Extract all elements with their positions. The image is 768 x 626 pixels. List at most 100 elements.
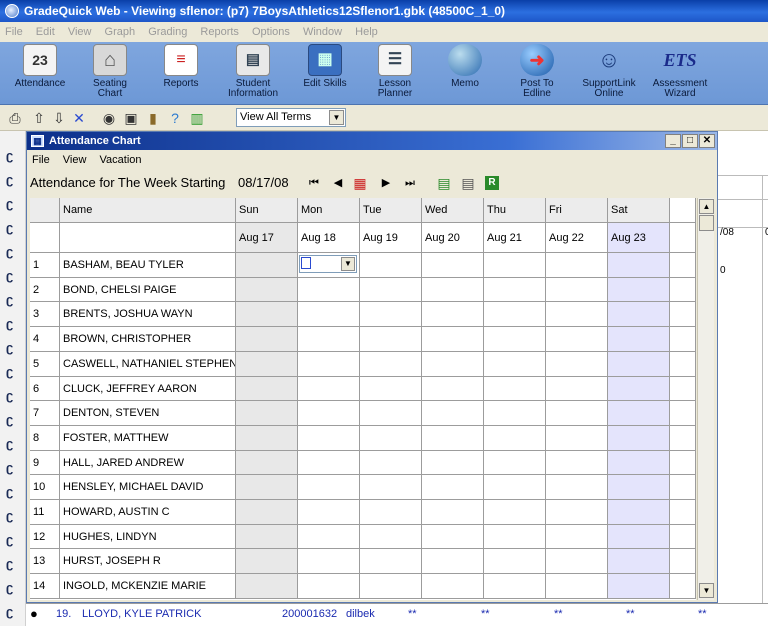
- move-down-icon[interactable]: ⇩: [50, 109, 68, 127]
- attendance-cell-fri[interactable]: [546, 475, 608, 500]
- attendance-cell-tue[interactable]: [360, 352, 422, 377]
- student-name[interactable]: HOWARD, AUSTIN C: [60, 500, 236, 525]
- attendance-cell-thu[interactable]: [484, 352, 546, 377]
- attendance-cell-fri[interactable]: [546, 377, 608, 401]
- attendance-menu-vacation[interactable]: Vacation: [95, 150, 147, 170]
- menu-grading[interactable]: Grading: [143, 22, 192, 42]
- attendance-cell-fri[interactable]: [546, 500, 608, 525]
- attendance-cell-sat[interactable]: [608, 302, 670, 327]
- menu-options[interactable]: Options: [247, 22, 295, 42]
- attendance-cell-sat[interactable]: [608, 500, 670, 525]
- attendance-cell-tue[interactable]: [360, 525, 422, 549]
- attendance-cell-wed[interactable]: [422, 549, 484, 574]
- attendance-cell-wed[interactable]: [422, 426, 484, 451]
- header-day-sun[interactable]: Sun: [236, 198, 298, 223]
- attendance-cell-wed[interactable]: [422, 327, 484, 352]
- attendance-cell-wed[interactable]: [422, 253, 484, 278]
- attendance-cell-tue[interactable]: [360, 549, 422, 574]
- attendance-cell-sat[interactable]: [608, 426, 670, 451]
- attendance-cell-mon[interactable]: [298, 401, 360, 426]
- edit-skills-button[interactable]: ▦ Edit Skills: [294, 44, 356, 102]
- sheet-icon[interactable]: ▤: [437, 176, 451, 190]
- sheet-grey-icon[interactable]: ▤: [461, 176, 475, 190]
- attendance-cell-tue[interactable]: [360, 426, 422, 451]
- attendance-cell-sat[interactable]: [608, 451, 670, 475]
- close-icon[interactable]: ✕: [699, 134, 715, 148]
- attendance-cell-fri[interactable]: [546, 401, 608, 426]
- attendance-cell-thu[interactable]: [484, 525, 546, 549]
- bar-chart-icon[interactable]: ▥: [188, 109, 206, 127]
- menu-file[interactable]: File: [0, 22, 28, 42]
- attendance-cell-wed[interactable]: [422, 451, 484, 475]
- attendance-cell-tue[interactable]: [360, 451, 422, 475]
- attendance-cell-sun[interactable]: [236, 574, 298, 599]
- attendance-cell-tue[interactable]: [360, 253, 422, 278]
- attendance-cell-sun[interactable]: [236, 377, 298, 401]
- attendance-cell-sat[interactable]: [608, 574, 670, 599]
- attendance-cell-tue[interactable]: [360, 377, 422, 401]
- attendance-cell-wed[interactable]: [422, 278, 484, 302]
- attendance-cell-wed[interactable]: [422, 401, 484, 426]
- minimize-icon[interactable]: _: [665, 134, 681, 148]
- attendance-cell-sun[interactable]: [236, 278, 298, 302]
- menu-edit[interactable]: Edit: [31, 22, 60, 42]
- move-up-icon[interactable]: ⇧: [30, 109, 48, 127]
- attendance-cell-tue[interactable]: [360, 327, 422, 352]
- calendar-today-icon[interactable]: ▦: [353, 176, 367, 190]
- attendance-cell-mon[interactable]: [298, 475, 360, 500]
- menu-graph[interactable]: Graph: [100, 22, 141, 42]
- attendance-cell-sun[interactable]: [236, 549, 298, 574]
- header-day-fri[interactable]: Fri: [546, 198, 608, 223]
- attendance-cell-sat[interactable]: [608, 525, 670, 549]
- attendance-cell-mon[interactable]: [298, 278, 360, 302]
- student-name[interactable]: BRENTS, JOSHUA WAYN: [60, 302, 236, 327]
- attendance-cell-mon[interactable]: [298, 500, 360, 525]
- attendance-cell-sun[interactable]: [236, 525, 298, 549]
- attendance-cell-fri[interactable]: [546, 574, 608, 599]
- header-day-wed[interactable]: Wed: [422, 198, 484, 223]
- attendance-cell-fri[interactable]: [546, 426, 608, 451]
- student-name[interactable]: HALL, JARED ANDREW: [60, 451, 236, 475]
- attendance-cell-sat[interactable]: [608, 401, 670, 426]
- attendance-cell-thu[interactable]: [484, 451, 546, 475]
- attendance-cell-sun[interactable]: [236, 475, 298, 500]
- student-name[interactable]: CLUCK, JEFFREY AARON: [60, 377, 236, 401]
- gradebook-row[interactable]: ● 19. LLOYD, KYLE PATRICK 200001632 dilb…: [26, 603, 768, 626]
- attendance-cell-mon[interactable]: [298, 451, 360, 475]
- help-icon[interactable]: ?: [166, 109, 184, 127]
- attendance-cell-thu[interactable]: [484, 302, 546, 327]
- attendance-cell-mon[interactable]: [298, 525, 360, 549]
- shuffle-icon[interactable]: ✕: [70, 109, 88, 127]
- scroll-thumb[interactable]: [699, 215, 714, 231]
- menu-help[interactable]: Help: [350, 22, 383, 42]
- attendance-cell-mon[interactable]: [298, 377, 360, 401]
- memo-button[interactable]: Memo: [436, 44, 494, 102]
- attendance-cell-tue[interactable]: [360, 302, 422, 327]
- attendance-cell-sun[interactable]: [236, 451, 298, 475]
- post-to-edline-button[interactable]: ➜ Post To Edline: [506, 44, 568, 102]
- attendance-cell-wed[interactable]: [422, 525, 484, 549]
- attendance-cell-wed[interactable]: [422, 475, 484, 500]
- chevron-down-icon[interactable]: ▼: [341, 257, 355, 271]
- attendance-cell-fri[interactable]: [546, 327, 608, 352]
- record-icon[interactable]: ◉: [100, 109, 118, 127]
- attendance-cell-fri[interactable]: [546, 302, 608, 327]
- assessment-wizard-button[interactable]: ETS Assessment Wizard: [646, 44, 714, 102]
- attendance-cell-fri[interactable]: [546, 278, 608, 302]
- attendance-cell-sun[interactable]: [236, 253, 298, 278]
- attendance-cell-mon[interactable]: [298, 352, 360, 377]
- attendance-cell-mon[interactable]: ▼: [298, 253, 360, 278]
- previous-week-icon[interactable]: ◀: [331, 176, 345, 190]
- student-information-button[interactable]: ▤ Student Information: [220, 44, 286, 102]
- header-name[interactable]: Name: [60, 198, 236, 223]
- attendance-cell-thu[interactable]: [484, 253, 546, 278]
- attendance-cell-tue[interactable]: [360, 574, 422, 599]
- book-icon[interactable]: ▮: [144, 109, 162, 127]
- student-name[interactable]: BROWN, CHRISTOPHER: [60, 327, 236, 352]
- maximize-icon[interactable]: □: [682, 134, 698, 148]
- attendance-window-title-bar[interactable]: ▦ Attendance Chart _ □ ✕: [27, 132, 717, 150]
- attendance-cell-sat[interactable]: [608, 278, 670, 302]
- attendance-cell-mon[interactable]: [298, 549, 360, 574]
- lesson-planner-button[interactable]: ☰ Lesson Planner: [364, 44, 426, 102]
- seating-chart-button[interactable]: ⌂ Seating Chart: [78, 44, 142, 102]
